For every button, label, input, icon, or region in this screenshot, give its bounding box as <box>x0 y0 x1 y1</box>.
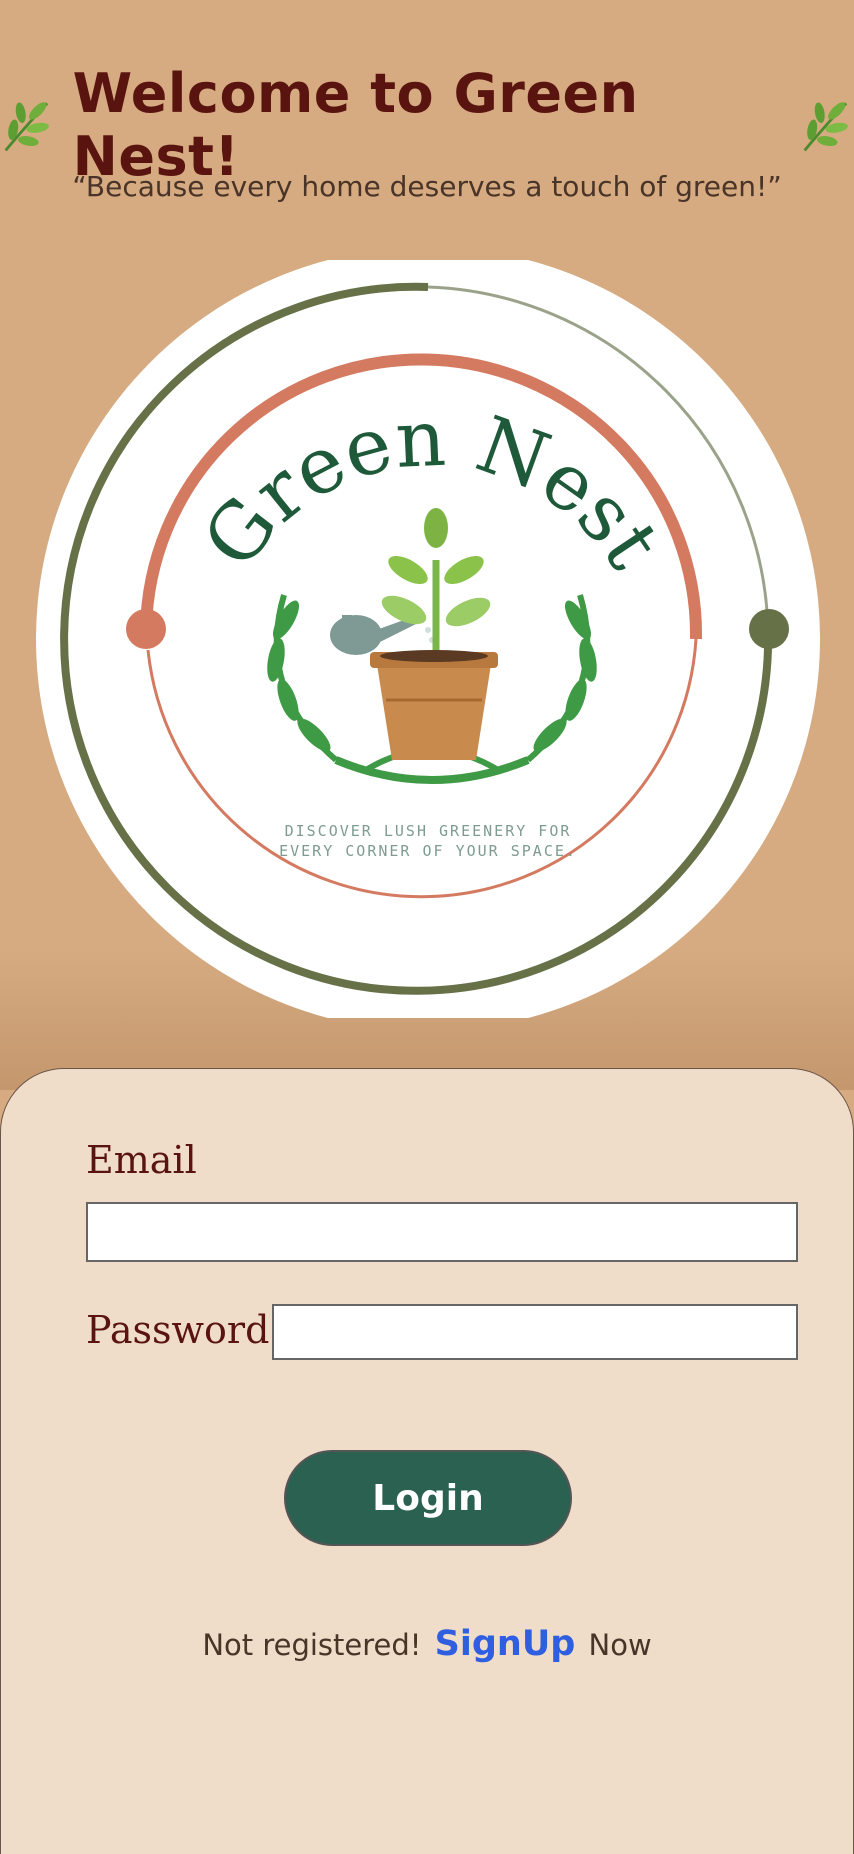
inner-ring-knob <box>126 609 166 649</box>
tagline: “Because every home deserves a touch of … <box>72 170 782 203</box>
signup-suffix: Now <box>588 1628 652 1662</box>
signup-prompt: Not registered! SignUp Now <box>0 1624 854 1664</box>
herb-leaf-icon <box>803 102 849 152</box>
email-field[interactable] <box>86 1202 798 1262</box>
password-field[interactable] <box>272 1304 798 1360</box>
logo-slogan-line2: EVERY CORNER OF YOUR SPACE. <box>279 842 577 860</box>
signup-prefix: Not registered! <box>202 1628 422 1662</box>
password-label: Password <box>86 1308 270 1352</box>
outer-ring-knob <box>749 609 789 649</box>
herb-leaf-icon <box>4 102 49 152</box>
login-button[interactable]: Login <box>284 1450 572 1546</box>
brand-logo: Green Nest DISCOVER LUSH GREENERY FOR EV… <box>36 260 820 1018</box>
signup-link[interactable]: SignUp <box>435 1624 576 1664</box>
logo-slogan-line1: DISCOVER LUSH GREENERY FOR <box>285 822 572 840</box>
email-label: Email <box>86 1138 197 1182</box>
